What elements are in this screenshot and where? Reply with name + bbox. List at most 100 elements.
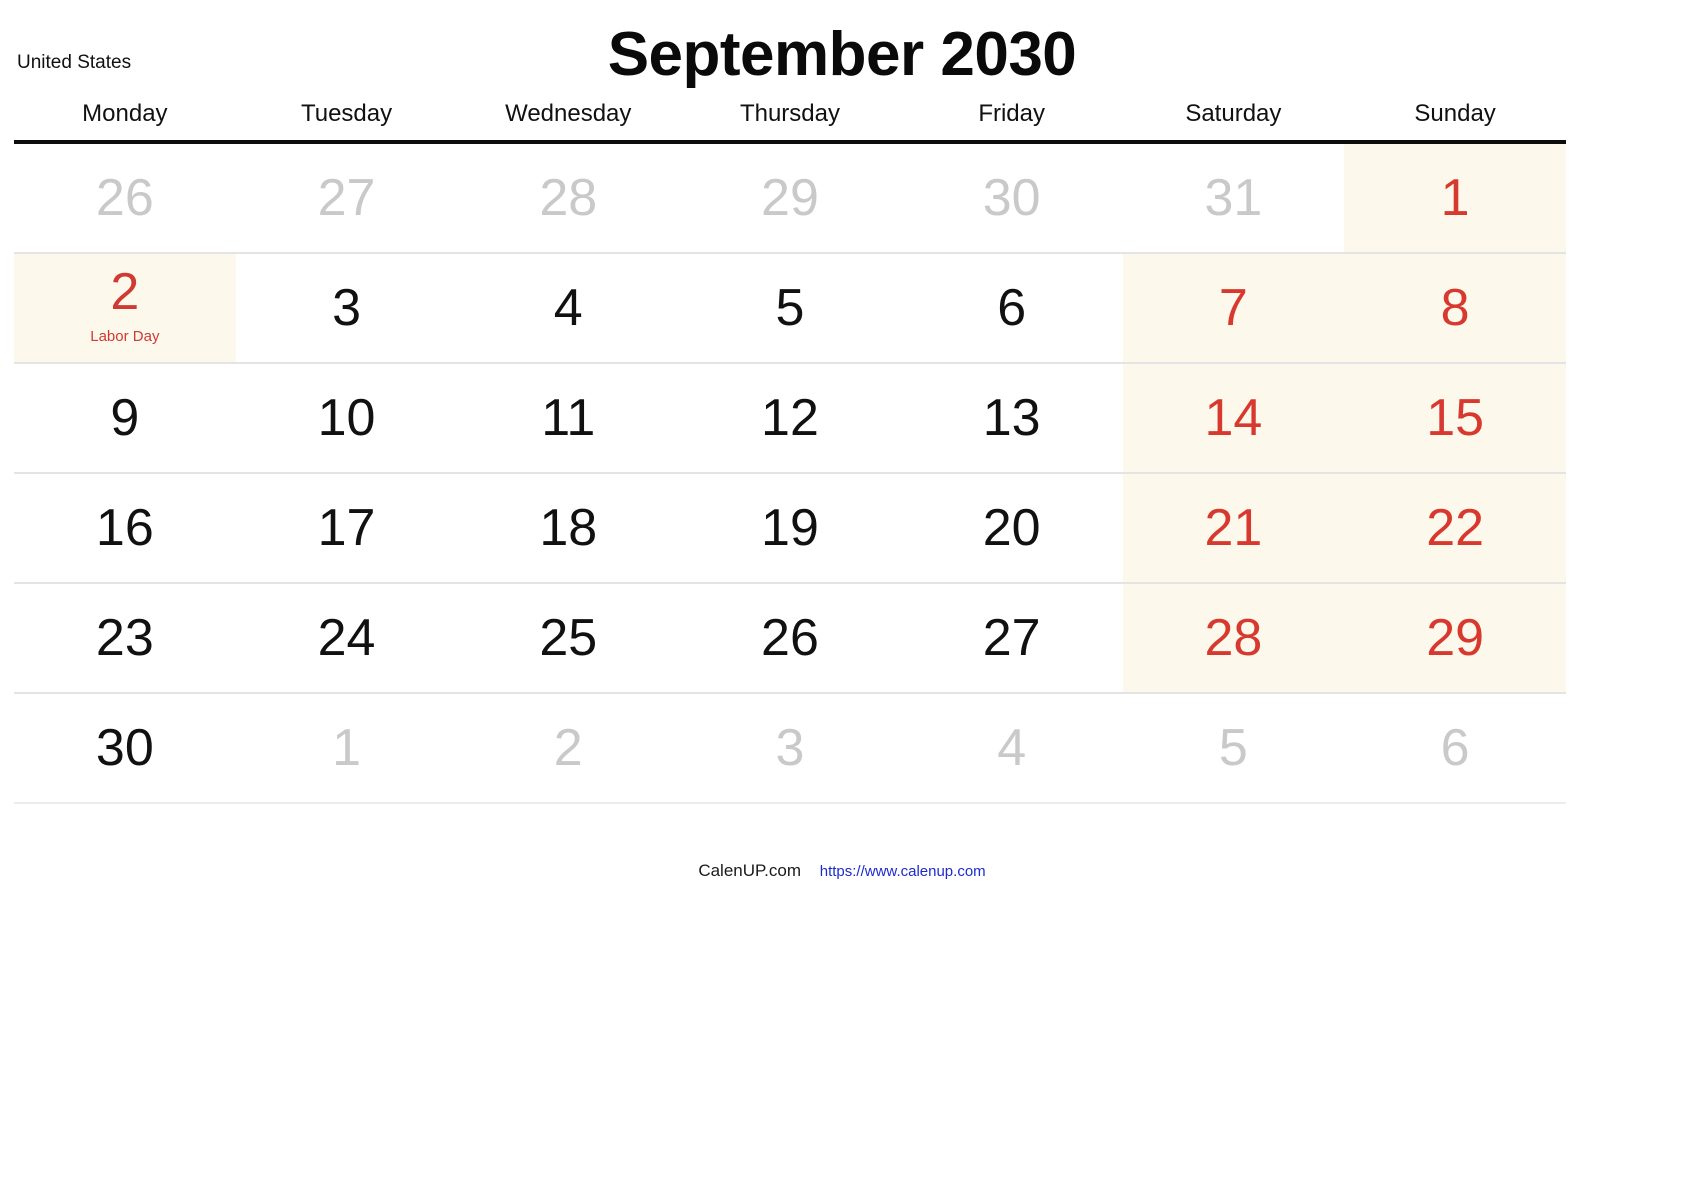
day-number: 31 <box>1204 169 1263 227</box>
day-cell[interactable]: 5 <box>679 253 901 364</box>
day-number: 26 <box>95 169 154 227</box>
holiday-label: Labor Day <box>90 328 160 345</box>
day-number: 29 <box>1426 609 1485 667</box>
day-number: 18 <box>539 499 598 557</box>
day-cell[interactable]: 12 <box>679 363 901 474</box>
day-cell[interactable]: 2 <box>457 693 680 804</box>
footer: CalenUP.com https://www.calenup.com <box>0 862 1684 879</box>
day-number: 17 <box>317 499 376 557</box>
weekday-header-tuesday: Tuesday <box>235 100 458 144</box>
week-row: 30 1 2 3 4 5 6 <box>14 693 1566 804</box>
day-number: 26 <box>761 609 819 667</box>
day-number: 11 <box>541 389 596 447</box>
day-number: 28 <box>539 169 598 227</box>
day-number: 7 <box>1218 279 1248 337</box>
day-cell[interactable]: 1 <box>235 693 458 804</box>
day-number: 30 <box>95 719 154 777</box>
day-cell[interactable]: 16 <box>14 473 236 584</box>
day-number: 19 <box>761 499 819 557</box>
day-cell[interactable]: 25 <box>457 583 680 694</box>
week-row: 26 27 28 29 30 31 1 <box>14 142 1566 254</box>
week-row: 23 24 25 26 27 28 29 <box>14 583 1566 694</box>
day-cell[interactable]: 24 <box>235 583 458 694</box>
day-cell[interactable]: 6 <box>1344 693 1566 804</box>
calendar-table: Monday Tuesday Wednesday Thursday Friday Satu… <box>14 100 1566 804</box>
day-number: 25 <box>539 609 598 667</box>
day-cell[interactable]: 28 <box>1122 583 1345 694</box>
day-cell[interactable]: 31 <box>1122 142 1345 254</box>
day-number: 16 <box>95 499 154 557</box>
day-cell[interactable]: 19 <box>679 473 901 584</box>
day-number: 24 <box>317 609 376 667</box>
day-number: 5 <box>1218 719 1248 777</box>
day-cell[interactable]: 30 <box>14 693 236 804</box>
day-cell[interactable]: 28 <box>457 142 680 254</box>
weekday-header-thursday: Thursday <box>679 100 901 144</box>
day-number: 6 <box>1440 719 1470 777</box>
day-number: 29 <box>761 169 819 227</box>
day-number: 5 <box>775 279 805 337</box>
day-cell[interactable]: 9 <box>14 363 236 474</box>
weekday-header-monday: Monday <box>14 100 236 144</box>
calendar-page: United States September 2030 Monday Tuesd… <box>0 0 1684 1191</box>
day-cell[interactable]: 18 <box>457 473 680 584</box>
day-number: 15 <box>1426 389 1485 447</box>
day-cell[interactable]: 27 <box>235 142 458 254</box>
day-number: 30 <box>982 169 1041 227</box>
day-number: 4 <box>997 719 1027 777</box>
footer-brand: CalenUP.com <box>698 861 802 880</box>
day-cell[interactable]: 8 <box>1344 253 1566 364</box>
day-cell[interactable]: 30 <box>900 142 1123 254</box>
day-cell[interactable]: 10 <box>235 363 458 474</box>
day-cell[interactable]: 2 Labor Day <box>14 253 236 364</box>
day-cell[interactable]: 1 <box>1344 142 1566 254</box>
day-cell[interactable]: 20 <box>900 473 1123 584</box>
day-number: 2 <box>110 263 140 321</box>
day-number: 22 <box>1426 499 1485 557</box>
day-cell[interactable]: 3 <box>235 253 458 364</box>
day-cell[interactable]: 5 <box>1122 693 1345 804</box>
day-cell[interactable]: 26 <box>679 583 901 694</box>
day-number: 3 <box>775 719 805 777</box>
day-cell[interactable]: 15 <box>1344 363 1566 474</box>
day-number: 1 <box>1440 169 1470 227</box>
day-cell[interactable]: 22 <box>1344 473 1566 584</box>
day-number: 27 <box>982 609 1041 667</box>
day-cell[interactable]: 26 <box>14 142 236 254</box>
week-row: 9 10 11 12 13 14 15 <box>14 363 1566 474</box>
day-cell[interactable]: 3 <box>679 693 901 804</box>
week-row: 16 17 18 19 20 21 22 <box>14 473 1566 584</box>
day-cell[interactable]: 7 <box>1122 253 1345 364</box>
weekday-header-saturday: Saturday <box>1122 100 1345 144</box>
day-number: 6 <box>997 279 1027 337</box>
calendar-header: United States September 2030 <box>0 0 1684 100</box>
day-number: 28 <box>1204 609 1263 667</box>
day-number: 4 <box>553 279 583 337</box>
day-cell[interactable]: 14 <box>1122 363 1345 474</box>
calendar-grid: Monday Tuesday Wednesday Thursday Friday Satu… <box>14 100 1566 804</box>
day-cell[interactable]: 6 <box>900 253 1123 364</box>
footer-url-link[interactable]: https://www.calenup.com <box>820 863 986 880</box>
day-cell[interactable]: 4 <box>457 253 680 364</box>
day-number: 20 <box>982 499 1041 557</box>
day-number: 2 <box>553 719 583 777</box>
day-number: 8 <box>1440 279 1470 337</box>
page-title: September 2030 <box>607 20 1077 89</box>
day-number: 1 <box>332 719 362 777</box>
day-cell[interactable]: 27 <box>900 583 1123 694</box>
weekday-header-friday: Friday <box>900 100 1123 144</box>
day-cell[interactable]: 23 <box>14 583 236 694</box>
day-cell[interactable]: 13 <box>900 363 1123 474</box>
day-number: 12 <box>761 389 819 447</box>
day-cell[interactable]: 21 <box>1122 473 1345 584</box>
calendar-body: 26 27 28 29 30 31 1 2 Labor Day 3 4 5 6 7 8 9 10 11 12 13 14… <box>14 142 1566 804</box>
weekday-header-sunday: Sunday <box>1344 100 1566 144</box>
day-cell[interactable]: 29 <box>679 142 901 254</box>
day-number: 3 <box>332 279 362 337</box>
day-number: 21 <box>1204 499 1263 557</box>
day-cell[interactable]: 17 <box>235 473 458 584</box>
day-cell[interactable]: 11 <box>457 363 680 474</box>
day-number: 9 <box>110 389 140 447</box>
day-cell[interactable]: 29 <box>1344 583 1566 694</box>
day-cell[interactable]: 4 <box>900 693 1123 804</box>
